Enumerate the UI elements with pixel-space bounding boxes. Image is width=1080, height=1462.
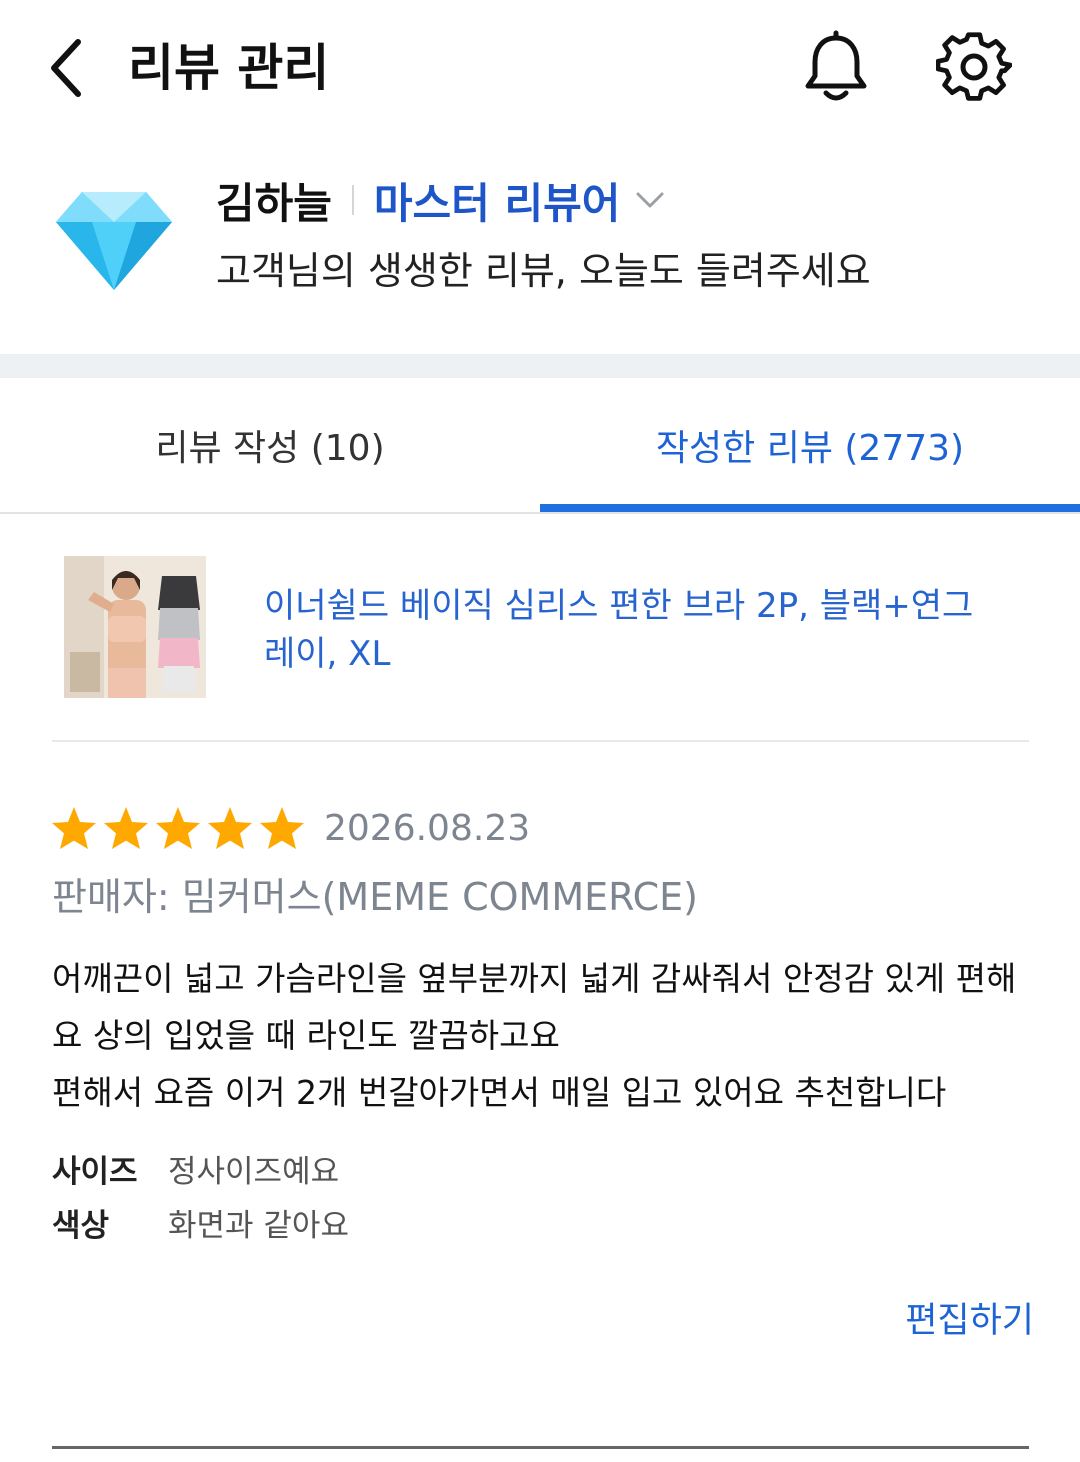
name-divider <box>351 185 354 215</box>
star-icon <box>156 807 200 849</box>
review-date: 2026.08.23 <box>324 807 531 849</box>
attribute-row-color: 색상 화면과 같아요 <box>52 1204 349 1248</box>
user-name: 김하늘 <box>216 178 332 228</box>
seller-name: 판매자: 밈커머스(MEME COMMERCE) <box>52 875 699 919</box>
back-button[interactable] <box>40 34 100 102</box>
attribute-value: 화면과 같아요 <box>168 1208 349 1244</box>
profile-message: 고객님의 생생한 리뷰, 오늘도 들려주세요 <box>216 249 871 293</box>
star-icon <box>52 807 96 849</box>
star-icon <box>104 807 148 849</box>
attribute-value: 정사이즈예요 <box>168 1154 340 1190</box>
attribute-label: 색상 <box>52 1208 110 1244</box>
top-bar: 리뷰 관리 <box>0 0 1080 140</box>
review-bottom-divider <box>52 1446 1029 1449</box>
profile-section: 김하늘 마스터 리뷰어 고객님의 생생한 리뷰, 오늘도 들려주세요 <box>0 150 1080 350</box>
bell-icon <box>805 30 867 101</box>
attribute-row-size: 사이즈 정사이즈예요 <box>52 1150 339 1194</box>
product-thumbnail[interactable] <box>64 556 206 698</box>
product-name-link[interactable]: 이너쉴드 베이직 심리스 편한 브라 2P, 블랙+연그레이, XL <box>264 582 984 678</box>
profile-name-row: 김하늘 마스터 리뷰어 <box>216 172 670 228</box>
notifications-button[interactable] <box>800 30 872 106</box>
divider <box>52 740 1029 742</box>
chevron-down-icon[interactable] <box>630 180 670 220</box>
chevron-left-icon <box>51 39 81 97</box>
star-icon <box>208 807 252 849</box>
product-row[interactable]: 이너쉴드 베이직 심리스 편한 브라 2P, 블랙+연그레이, XL <box>64 556 1024 701</box>
review-text: 어깨끈이 넓고 가슴라인을 옆부분까지 넓게 감싸줘서 안정감 있게 편해요 상… <box>52 959 1017 1112</box>
tab-written-reviews[interactable]: 작성한 리뷰 (2773) <box>540 378 1080 512</box>
gear-icon <box>935 32 1013 101</box>
rating-row: 2026.08.23 <box>50 800 530 856</box>
review-tabs: 리뷰 작성 (10) 작성한 리뷰 (2773) <box>0 378 1080 514</box>
star-rating <box>50 805 306 851</box>
reviewer-grade[interactable]: 마스터 리뷰어 <box>374 170 620 231</box>
active-tab-indicator <box>540 504 1080 512</box>
section-divider <box>0 354 1080 378</box>
tab-write-review[interactable]: 리뷰 작성 (10) <box>0 378 540 512</box>
settings-button[interactable] <box>935 30 1013 106</box>
edit-review-button[interactable]: 편집하기 <box>905 1292 1034 1343</box>
badge <box>52 186 176 294</box>
page-title: 리뷰 관리 <box>128 39 330 97</box>
attribute-label: 사이즈 <box>52 1154 138 1190</box>
diamond-icon <box>56 192 172 290</box>
product-photo <box>64 556 206 698</box>
star-icon <box>260 807 304 849</box>
